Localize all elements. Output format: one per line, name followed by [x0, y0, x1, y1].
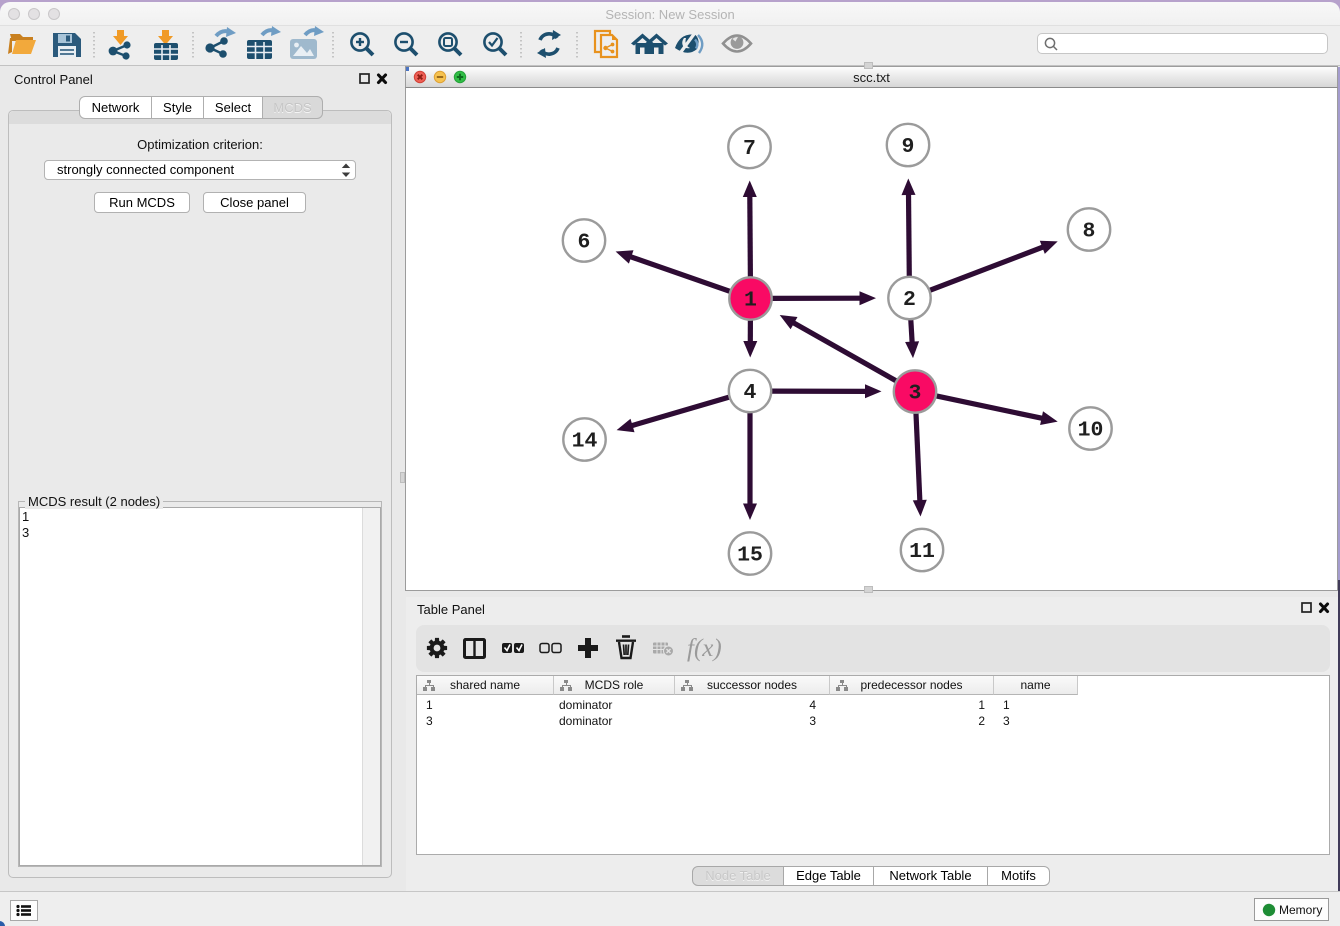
- svg-text:4: 4: [744, 381, 757, 405]
- svg-text:9: 9: [902, 135, 915, 159]
- svg-text:f(x): f(x): [687, 635, 722, 662]
- svg-text:15: 15: [737, 544, 763, 568]
- svg-text:2: 2: [903, 288, 916, 312]
- svg-text:3: 3: [909, 382, 922, 406]
- svg-text:7: 7: [743, 137, 756, 161]
- svg-text:8: 8: [1083, 220, 1096, 244]
- svg-text:14: 14: [572, 430, 598, 454]
- svg-text:11: 11: [909, 540, 935, 564]
- svg-text:10: 10: [1078, 419, 1104, 443]
- svg-text:1: 1: [744, 289, 757, 313]
- svg-text:6: 6: [578, 231, 591, 255]
